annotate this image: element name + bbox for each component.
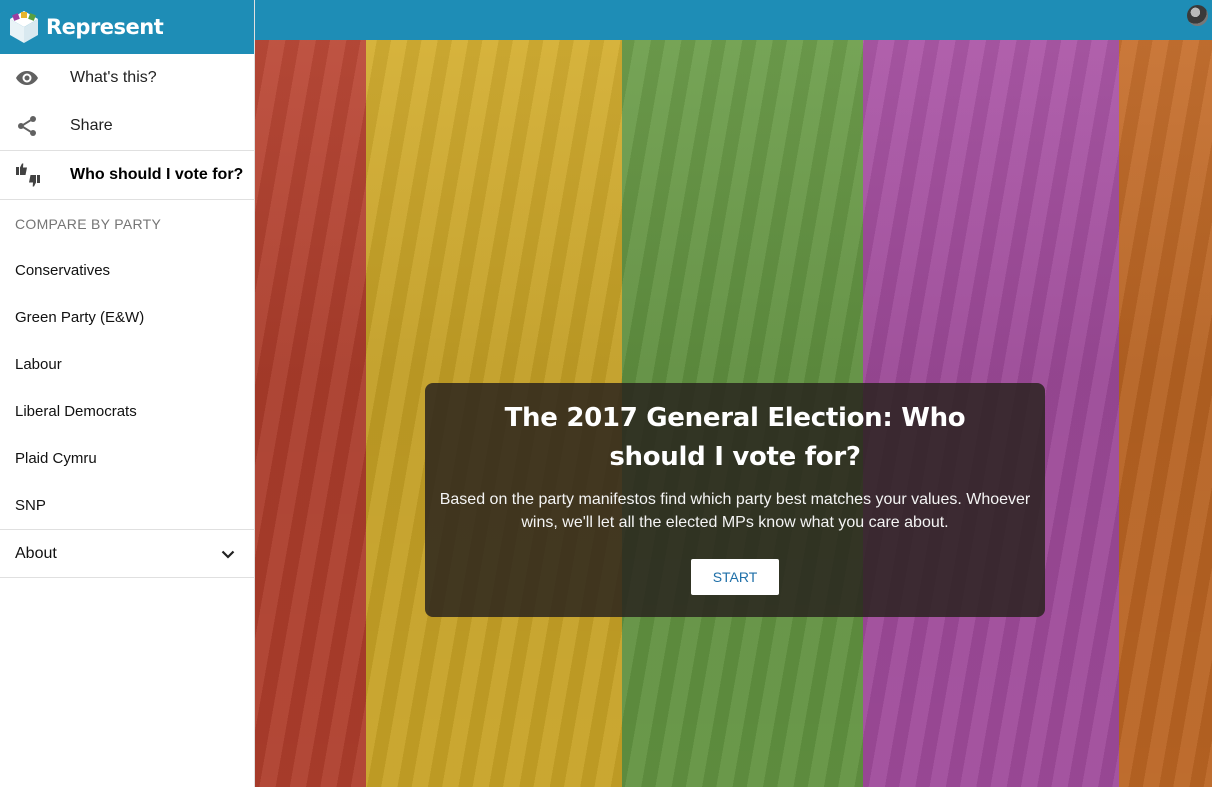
thumbs-up-down-icon [0,163,70,187]
user-avatar[interactable] [1187,5,1208,26]
party-item-snp[interactable]: SNP [0,482,254,529]
about-expander[interactable]: About [0,530,254,577]
nav-who-should-i-vote-for[interactable]: Who should I vote for? [0,151,254,199]
chevron-down-icon [221,550,235,559]
party-item-conservatives[interactable]: Conservatives [0,247,254,294]
divider [0,577,254,578]
nav-label: What's this? [70,69,157,86]
top-app-bar [255,0,1212,40]
nav-share[interactable]: Share [0,102,254,150]
party-item-plaid-cymru[interactable]: Plaid Cymru [0,435,254,482]
sidebar: Represent What's this? Share Who should … [0,0,255,787]
brand-header[interactable]: Represent [0,0,254,54]
intro-card: The 2017 General Election: Who should I … [425,383,1045,617]
start-button[interactable]: START [691,559,779,595]
hero-description: Based on the party manifestos find which… [439,491,1031,531]
nav-whats-this[interactable]: What's this? [0,54,254,102]
represent-logo-icon [10,11,38,43]
party-item-green-party[interactable]: Green Party (E&W) [0,294,254,341]
nav-label: Who should I vote for? [70,166,244,183]
party-item-liberal-democrats[interactable]: Liberal Democrats [0,388,254,435]
compare-by-party-heading: COMPARE BY PARTY [15,215,162,232]
nav-label: Share [70,117,113,134]
party-item-labour[interactable]: Labour [0,341,254,388]
hero-title: The 2017 General Election: Who should I … [504,403,966,472]
share-icon [0,114,70,138]
hero-banner: The 2017 General Election: Who should I … [255,40,1212,787]
eye-icon [0,66,70,90]
about-label: About [15,544,57,562]
brand-name: Represent [46,15,164,39]
